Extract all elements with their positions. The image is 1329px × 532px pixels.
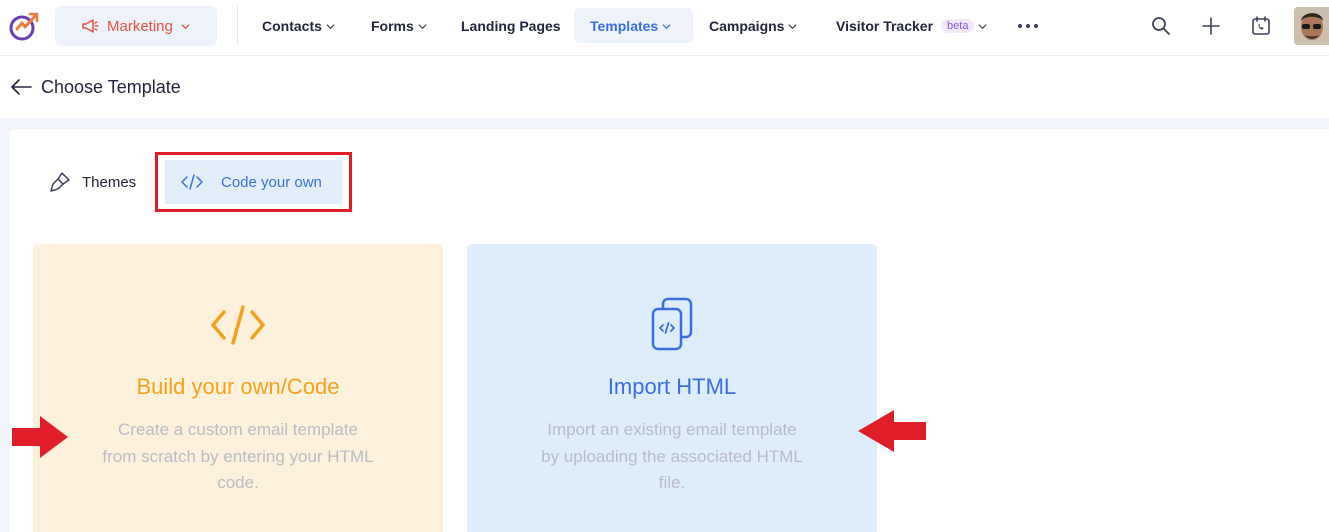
nav-landing-pages-label: Landing Pages (461, 17, 561, 34)
beta-badge: beta (941, 18, 975, 33)
build-your-own-card[interactable]: Build your own/Code Create a custom emai… (33, 244, 443, 532)
import-html-card[interactable]: Import HTML Import an existing email tem… (467, 244, 877, 532)
nav-landing-pages[interactable]: Landing Pages (445, 8, 577, 43)
chevron-down-icon (181, 24, 190, 30)
code-icon (181, 174, 203, 190)
tab-code-your-own[interactable]: Code your own (165, 160, 342, 204)
search-icon[interactable] (1149, 14, 1173, 38)
build-card-description: Create a custom email template from scra… (78, 417, 398, 497)
chevron-down-icon (326, 23, 335, 29)
nav-visitor-tracker[interactable]: Visitor Tracker beta (820, 8, 1003, 43)
chevron-down-icon (418, 23, 427, 29)
app-logo-icon[interactable] (8, 10, 40, 42)
module-label: Marketing (107, 17, 173, 35)
user-avatar[interactable] (1294, 7, 1329, 45)
nav-templates[interactable]: Templates (574, 8, 693, 43)
tab-themes-label: Themes (82, 173, 137, 191)
import-desc-line-3: file. (658, 473, 686, 492)
nav-divider (237, 6, 238, 46)
back-arrow-icon[interactable] (10, 78, 32, 96)
calendar-phone-icon[interactable] (1249, 14, 1273, 38)
nav-campaigns-label: Campaigns (709, 17, 785, 34)
nav-forms[interactable]: Forms (355, 8, 443, 43)
plus-icon[interactable] (1199, 14, 1223, 38)
megaphone-icon (82, 19, 99, 33)
annotation-arrow-right-icon (12, 416, 68, 458)
build-desc-line-2: from scratch by entering your HTML (102, 446, 374, 466)
page-header: Choose Template (0, 56, 1329, 118)
chevron-down-icon (788, 23, 797, 29)
tab-code-label: Code your own (221, 173, 322, 191)
code-brackets-icon (211, 305, 265, 345)
import-card-title: Import HTML (607, 374, 737, 399)
nav-contacts[interactable]: Contacts (246, 8, 351, 43)
import-html-file-icon (651, 297, 693, 351)
build-desc-line-3: code. (217, 473, 259, 492)
chevron-down-icon (662, 23, 671, 29)
module-switcher-marketing[interactable]: Marketing (55, 6, 217, 46)
nav-visitor-tracker-label: Visitor Tracker (836, 17, 934, 34)
build-desc-line-1: Create a custom email template (118, 420, 358, 439)
nav-contacts-label: Contacts (262, 17, 322, 34)
nav-campaigns[interactable]: Campaigns (693, 8, 813, 43)
import-card-description: Import an existing email template by upl… (512, 417, 832, 497)
nav-forms-label: Forms (371, 17, 414, 34)
import-desc-line-1: Import an existing email template (547, 420, 797, 439)
annotation-arrow-left-icon (858, 410, 926, 452)
build-card-title: Build your own/Code (136, 374, 340, 399)
page-title: Choose Template (41, 77, 181, 97)
nav-templates-label: Templates (590, 17, 659, 34)
more-menu-icon[interactable] (1018, 17, 1038, 35)
top-navigation-bar: Marketing Contacts Forms Landing Pages T… (0, 0, 1329, 56)
chevron-down-icon (978, 23, 987, 29)
avatar-photo-icon (1294, 7, 1329, 45)
import-desc-line-2: by uploading the associated HTML (541, 446, 803, 466)
paintbrush-icon (50, 172, 70, 192)
tab-themes[interactable]: Themes (48, 160, 136, 204)
